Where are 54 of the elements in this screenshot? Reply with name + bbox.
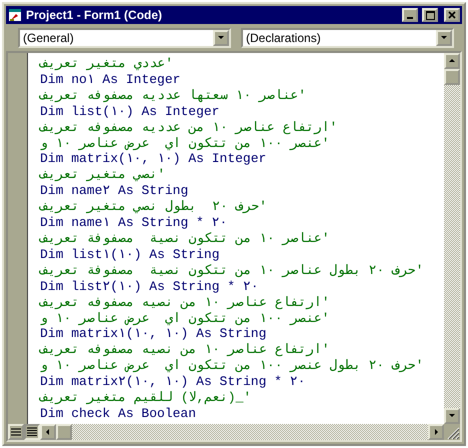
- scroll-left-button[interactable]: [40, 424, 56, 440]
- lines-icon: [11, 428, 21, 436]
- code-line: Dim list٢(١٠) As String * ٢٠: [40, 278, 259, 295]
- code-comment: تعريف متغير للقيم (نعم,لا)_': [40, 390, 252, 406]
- code-line: Dim matrix(١٠, ١٠) As Integer: [40, 151, 266, 168]
- code-comment: تعريف مصفوفه عدديه سعتها ١٠ عناصر': [40, 88, 306, 104]
- code-line: Dim name١ As String * ٢٠: [40, 215, 228, 231]
- dropdown-button[interactable]: [436, 30, 452, 46]
- up-arrow-icon: [448, 57, 456, 65]
- scroll-right-button[interactable]: [428, 424, 444, 440]
- code-line: Dim matrix١(١٠, ١٠) As String: [40, 326, 266, 342]
- app-icon: [8, 8, 22, 22]
- code-line: Dim check As Boolean: [40, 406, 196, 422]
- code-line: Dim list(١٠) As Integer: [40, 104, 220, 120]
- lines-icon: [27, 427, 37, 437]
- caret-icon: [217, 34, 225, 42]
- down-arrow-icon: [448, 412, 456, 420]
- scroll-down-button[interactable]: [444, 408, 460, 424]
- dropdown-value: (General): [22, 31, 75, 45]
- left-arrow-icon: [44, 428, 52, 436]
- code-line: Dim list١(١٠) As String: [40, 246, 220, 263]
- code-comment: و ١٠ عناصر عرض اي تتكون من ١٠٠ عنصر بطول ٢٠ حرف': [40, 358, 424, 374]
- scroll-thumb[interactable]: [444, 69, 460, 85]
- minimize-button[interactable]: [402, 8, 418, 22]
- dropdown-value: (Declarations): [245, 31, 322, 45]
- full-module-view-button[interactable]: [24, 424, 40, 440]
- procedure-dropdown[interactable]: (Declarations): [241, 28, 454, 48]
- code-comment: و ١٠ عناصر عرض اي تتكون من ١٠٠ عنصر': [40, 310, 330, 326]
- window-title: Project1 - Form1 (Code): [26, 8, 164, 22]
- close-icon: [448, 11, 456, 19]
- horizontal-scroll-thumb[interactable]: [56, 424, 72, 440]
- caret-icon: [440, 34, 448, 42]
- right-arrow-icon: [432, 428, 440, 436]
- vertical-scrollbar[interactable]: [444, 53, 460, 424]
- code-comment: تعريف متغير نصي': [40, 167, 166, 184]
- code-comment: تعريف مصفوفه نصيه من ١٠ عناصر ارتفاع': [40, 294, 330, 310]
- scroll-up-button[interactable]: [444, 53, 460, 69]
- code-editor[interactable]: [28, 53, 444, 424]
- object-dropdown[interactable]: (General): [18, 28, 231, 48]
- code-comment: و ١٠ عناصر عرض اي تتكون من ١٠٠ عنصر': [40, 136, 330, 152]
- maximize-button[interactable]: [422, 8, 438, 22]
- code-comment: تعريف مصفوفة نصية تتكون من ١٠ عناصر بطول ٢٠ حرف': [40, 262, 424, 279]
- code-comment: تعريف مصفوفه عدديه من ١٠ عناصر ارتفاع': [40, 120, 338, 136]
- dropdown-button[interactable]: [213, 30, 229, 46]
- close-button[interactable]: [444, 8, 460, 22]
- code-comment: تعريف مصفوفة نصية تتكون من ١٠ عناصر': [40, 230, 330, 247]
- code-comment: تعريف مصفوفه نصيه من ١٠ عناصر ارتفاع': [40, 342, 330, 358]
- code-line: Dim name٢ As String: [40, 183, 188, 200]
- code-line: Dim no١ As Integer: [40, 72, 180, 88]
- code-comment: تعريف متغير عددي': [40, 56, 174, 72]
- code-comment: تعريف متغير نصي بطول ٢٠ حرف': [40, 199, 267, 216]
- procedure-view-button[interactable]: [8, 424, 24, 440]
- maximize-icon: [426, 10, 434, 20]
- code-line: Dim matrix٢(١٠, ١٠) As String * ٢٠: [40, 374, 306, 390]
